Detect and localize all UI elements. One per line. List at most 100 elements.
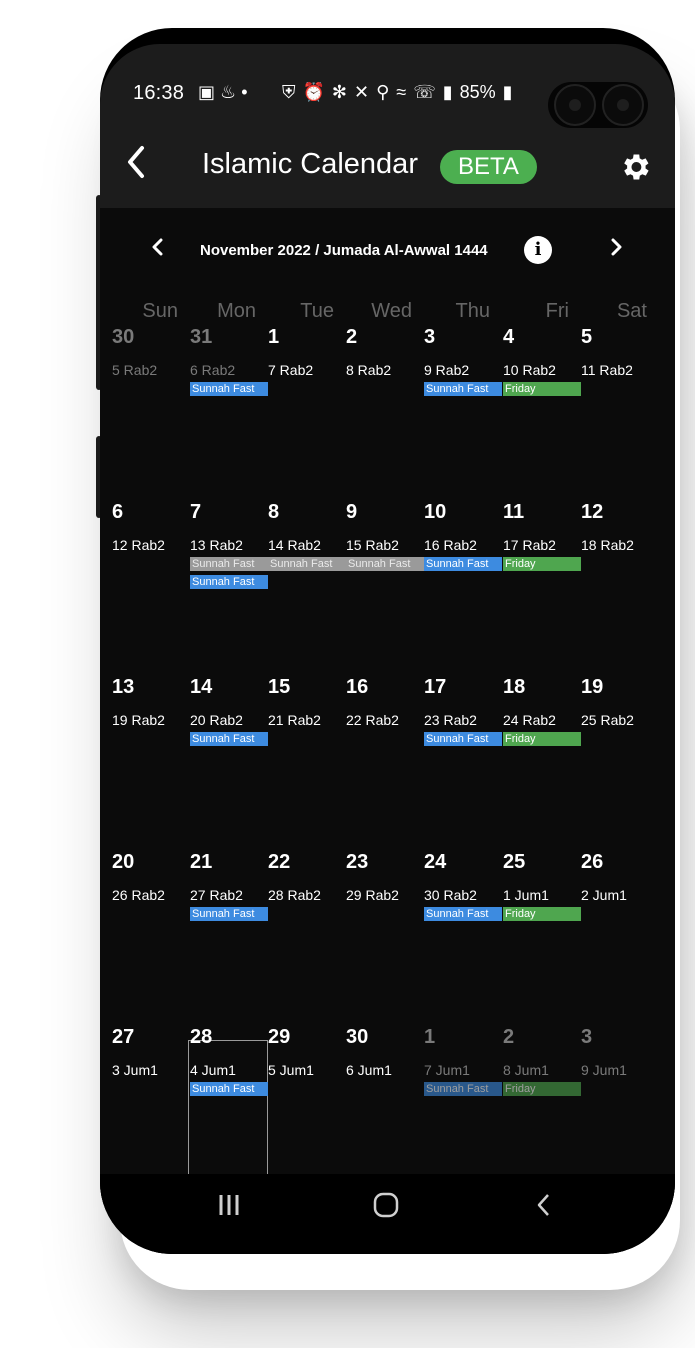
- beta-badge: BETA: [440, 150, 537, 184]
- calendar-day-cell[interactable]: 18 24 Rab2 Friday: [503, 676, 581, 846]
- hijri-date: 7 Jum1: [424, 1062, 470, 1078]
- back-icon[interactable]: [536, 1192, 552, 1225]
- day-number: 7: [190, 501, 202, 523]
- sunnah-fast-event[interactable]: Sunnah Fast: [190, 907, 268, 921]
- sunnah-fast-event[interactable]: Sunnah Fast: [190, 1082, 268, 1096]
- sunnah-fast-event[interactable]: Sunnah Fast: [424, 1082, 502, 1096]
- recents-icon[interactable]: [218, 1192, 240, 1225]
- sunnah-fast-event[interactable]: Sunnah Fast: [190, 575, 268, 589]
- alarm-icon: ⏰: [302, 82, 325, 102]
- day-number: 3: [424, 326, 436, 348]
- friday-event[interactable]: Friday: [503, 382, 581, 396]
- calendar-day-cell[interactable]: 11 17 Rab2 Friday: [503, 501, 581, 671]
- calendar-day-cell[interactable]: 30 6 Jum1: [346, 1026, 424, 1196]
- calendar-day-cell[interactable]: 1 7 Rab2: [268, 326, 346, 496]
- day-number: 28: [190, 1026, 213, 1048]
- hijri-date: 9 Rab2: [424, 362, 470, 378]
- calendar-day-cell[interactable]: 2 8 Jum1 Friday: [503, 1026, 581, 1196]
- hijri-date: 6 Rab2: [190, 362, 236, 378]
- friday-event[interactable]: Friday: [503, 732, 581, 746]
- weekday-header: Sun: [142, 300, 178, 322]
- calendar-day-cell[interactable]: 15 21 Rab2: [268, 676, 346, 846]
- day-number: 26: [581, 851, 604, 873]
- calendar-day-cell[interactable]: 9 15 Rab2 Sunnah Fast: [346, 501, 424, 671]
- home-icon[interactable]: [373, 1192, 399, 1225]
- weekday-header: Fri: [545, 300, 569, 322]
- calendar-day-cell[interactable]: 6 12 Rab2: [112, 501, 190, 671]
- day-number: 8: [268, 501, 280, 523]
- hijri-date: 15 Rab2: [346, 537, 399, 553]
- sunnah-fast-event[interactable]: Sunnah Fast: [424, 732, 502, 746]
- calendar-day-cell[interactable]: 22 28 Rab2: [268, 851, 346, 1021]
- friday-event[interactable]: Friday: [503, 557, 581, 571]
- day-number: 22: [268, 851, 291, 873]
- prev-month-button[interactable]: [150, 236, 166, 264]
- calendar-day-cell[interactable]: 1 7 Jum1 Sunnah Fast: [424, 1026, 502, 1196]
- hijri-date: 23 Rab2: [424, 712, 477, 728]
- day-number: 31: [190, 326, 213, 348]
- calendar-day-cell[interactable]: 19 25 Rab2: [581, 676, 659, 846]
- sunnah-fast-event[interactable]: Sunnah Fast: [190, 557, 268, 571]
- hijri-date: 5 Rab2: [112, 362, 158, 378]
- calendar-day-cell[interactable]: 16 22 Rab2: [346, 676, 424, 846]
- front-camera-1: [554, 84, 596, 126]
- calendar-day-cell[interactable]: 27 3 Jum1: [112, 1026, 190, 1196]
- calendar-day-cell[interactable]: 8 14 Rab2 Sunnah Fast: [268, 501, 346, 671]
- sunnah-fast-event[interactable]: Sunnah Fast: [190, 382, 268, 396]
- calendar-day-cell[interactable]: 17 23 Rab2 Sunnah Fast: [424, 676, 502, 846]
- hijri-date: 25 Rab2: [581, 712, 634, 728]
- calendar-day-cell[interactable]: 3 9 Jum1: [581, 1026, 659, 1196]
- friday-event[interactable]: Friday: [503, 907, 581, 921]
- location-icon: ⚲: [376, 82, 390, 102]
- calendar-day-cell[interactable]: 30 5 Rab2: [112, 326, 190, 496]
- calendar-day-cell[interactable]: 2 8 Rab2: [346, 326, 424, 496]
- calendar-day-cell[interactable]: 28 4 Jum1 Sunnah Fast: [190, 1026, 268, 1196]
- status-left-icons: ▣ ♨ •: [198, 82, 248, 103]
- sunnah-fast-event[interactable]: Sunnah Fast: [268, 557, 346, 571]
- day-number: 15: [268, 676, 291, 698]
- app-bar: Islamic Calendar BETA: [100, 128, 675, 208]
- calendar-day-cell[interactable]: 13 19 Rab2: [112, 676, 190, 846]
- calendar-day-cell[interactable]: 5 11 Rab2: [581, 326, 659, 496]
- calendar-day-cell[interactable]: 29 5 Jum1: [268, 1026, 346, 1196]
- hijri-date: 5 Jum1: [268, 1062, 314, 1078]
- calendar-day-cell[interactable]: 26 2 Jum1: [581, 851, 659, 1021]
- calendar-day-cell[interactable]: 7 13 Rab2 Sunnah Fast Sunnah Fast: [190, 501, 268, 671]
- gear-icon[interactable]: [618, 150, 652, 184]
- calendar-day-cell[interactable]: 10 16 Rab2 Sunnah Fast: [424, 501, 502, 671]
- next-month-button[interactable]: [608, 236, 624, 264]
- info-icon[interactable]: i: [524, 236, 552, 264]
- calendar-day-cell[interactable]: 4 10 Rab2 Friday: [503, 326, 581, 496]
- sunnah-fast-event[interactable]: Sunnah Fast: [346, 557, 424, 571]
- page-title: Islamic Calendar: [202, 148, 418, 180]
- day-number: 29: [268, 1026, 291, 1048]
- calendar-day-cell[interactable]: 25 1 Jum1 Friday: [503, 851, 581, 1021]
- hijri-date: 16 Rab2: [424, 537, 477, 553]
- weekday-header: Sat: [616, 300, 647, 322]
- hijri-date: 12 Rab2: [112, 537, 165, 553]
- day-number: 14: [190, 676, 213, 698]
- sunnah-fast-event[interactable]: Sunnah Fast: [190, 732, 268, 746]
- chevron-left-icon[interactable]: [122, 142, 150, 195]
- hijri-date: 13 Rab2: [190, 537, 243, 553]
- calendar: November 2022 / Jumada Al-Awwal 1444 i S…: [100, 208, 675, 1216]
- hijri-date: 29 Rab2: [346, 887, 399, 903]
- day-number: 30: [112, 326, 135, 348]
- calendar-day-cell[interactable]: 12 18 Rab2: [581, 501, 659, 671]
- sunnah-fast-event[interactable]: Sunnah Fast: [424, 907, 502, 921]
- dot-icon: •: [241, 82, 248, 102]
- phone-frame: 16:38 ▣ ♨ • ⛨ ⏰ ✻ ✕ ⚲ ≈ ☏ ▮ 85% ▮ Islami…: [100, 28, 675, 1254]
- calendar-day-cell[interactable]: 31 6 Rab2 Sunnah Fast: [190, 326, 268, 496]
- calendar-day-cell[interactable]: 24 30 Rab2 Sunnah Fast: [424, 851, 502, 1021]
- hijri-date: 11 Rab2: [581, 362, 633, 378]
- calendar-day-cell[interactable]: 3 9 Rab2 Sunnah Fast: [424, 326, 502, 496]
- sunnah-fast-event[interactable]: Sunnah Fast: [424, 382, 502, 396]
- calendar-day-cell[interactable]: 21 27 Rab2 Sunnah Fast: [190, 851, 268, 1021]
- calendar-day-cell[interactable]: 14 20 Rab2 Sunnah Fast: [190, 676, 268, 846]
- calendar-day-cell[interactable]: 20 26 Rab2: [112, 851, 190, 1021]
- calendar-day-cell[interactable]: 23 29 Rab2: [346, 851, 424, 1021]
- day-number: 13: [112, 676, 135, 698]
- sunnah-fast-event[interactable]: Sunnah Fast: [424, 557, 502, 571]
- friday-event[interactable]: Friday: [503, 1082, 581, 1096]
- hijri-date: 10 Rab2: [503, 362, 556, 378]
